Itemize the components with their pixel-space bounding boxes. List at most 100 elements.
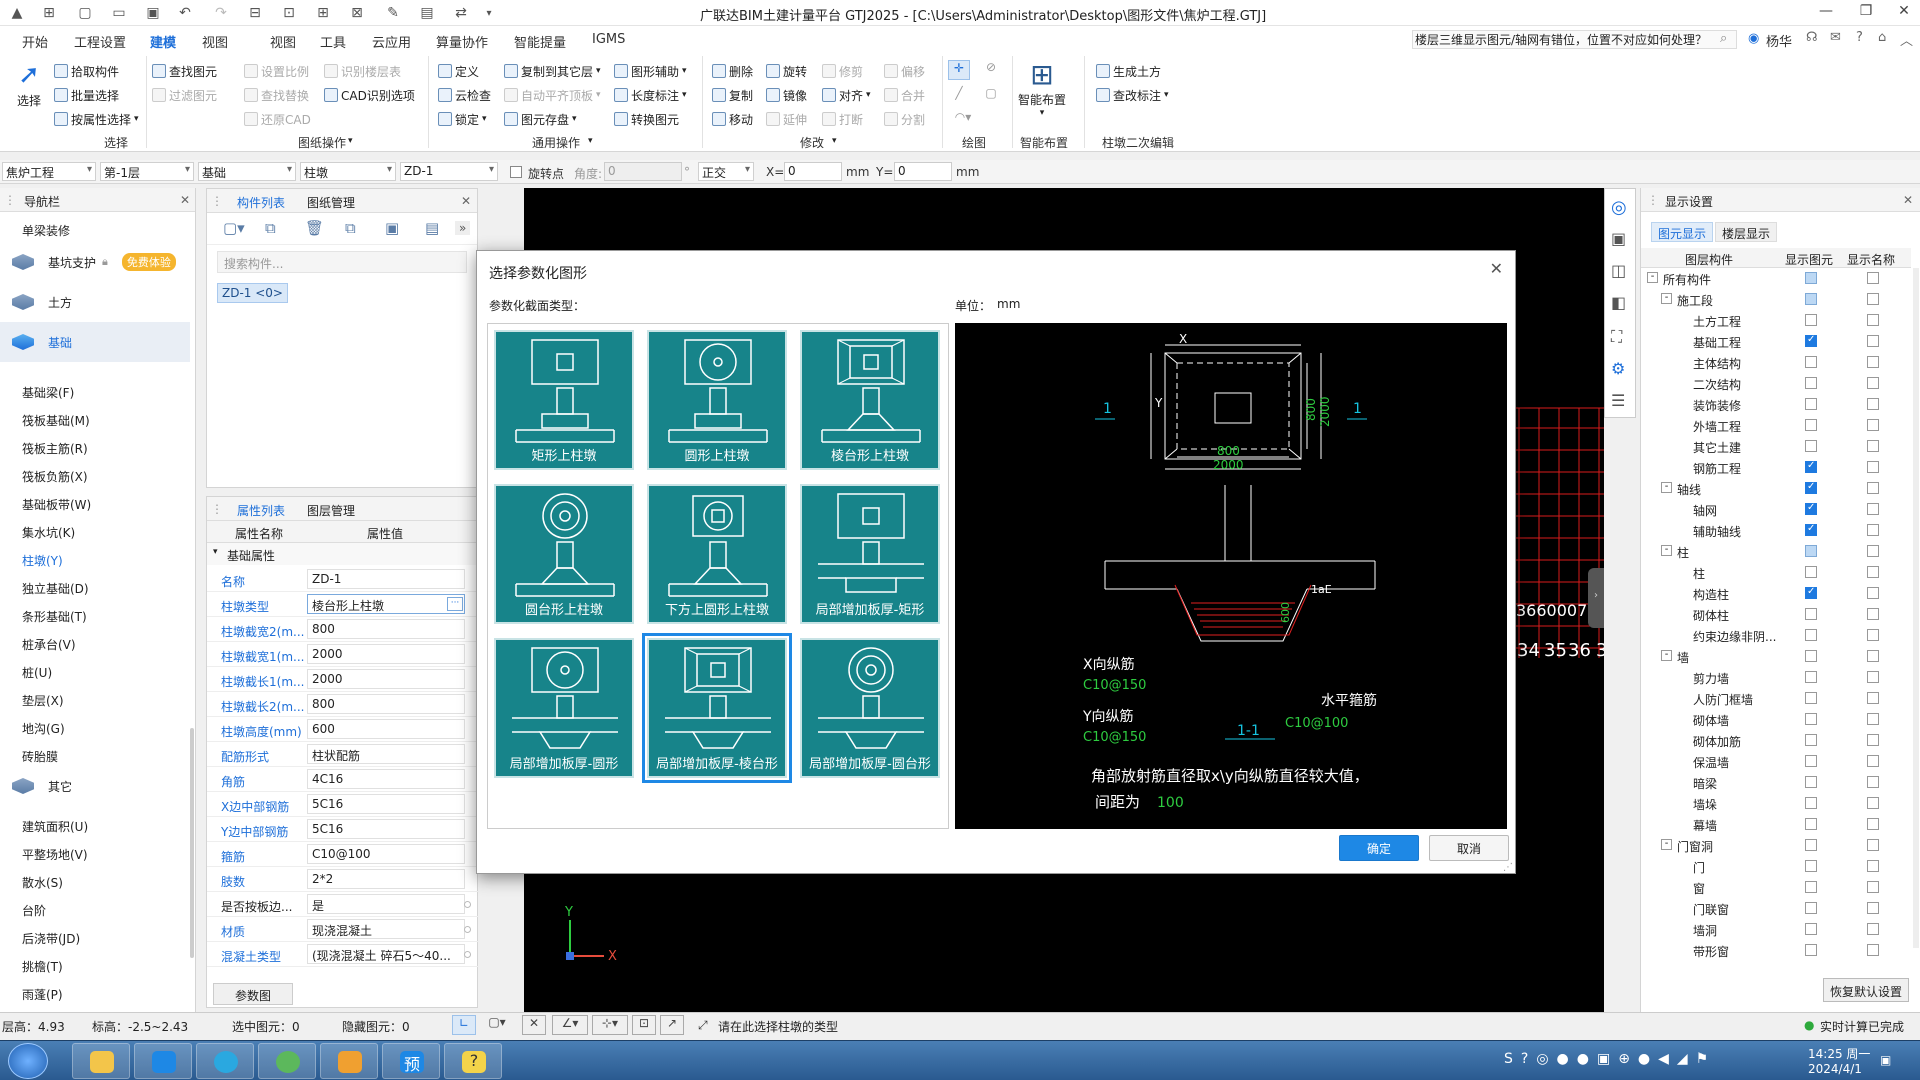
show-element-checkbox[interactable] [1805, 272, 1817, 284]
project-select[interactable]: 焦炉工程 [2, 162, 96, 181]
comp-close-icon[interactable]: ✕ [461, 194, 471, 208]
show-element-checkbox[interactable] [1805, 377, 1817, 389]
layer-box-icon[interactable]: ◧ [1611, 293, 1626, 312]
show-name-checkbox[interactable] [1867, 293, 1879, 305]
new-file-icon[interactable]: ▢ [76, 4, 94, 22]
nav-item[interactable]: 条形基础(T) [22, 608, 87, 625]
delete-component-icon[interactable]: 🗑︎ [305, 219, 324, 237]
show-name-checkbox[interactable] [1867, 272, 1879, 284]
tab-component-list[interactable]: 构件列表 [237, 194, 285, 211]
restore-cad-button[interactable]: 还原CAD [244, 110, 311, 128]
dialog-close-icon[interactable]: ✕ [1490, 259, 1503, 278]
show-element-checkbox[interactable] [1805, 523, 1817, 536]
nav-item[interactable]: 建筑面积(U) [22, 818, 88, 835]
display-tree-row[interactable]: 暗梁 [1641, 772, 1911, 793]
layer-copy-icon[interactable]: ⧉ [345, 219, 356, 237]
length-mark-button[interactable]: 长度标注 ▾ [614, 86, 687, 104]
element-select[interactable]: ZD-1 [400, 162, 498, 181]
component-search-input[interactable]: 搜索构件... [217, 251, 467, 273]
display-tree-row[interactable]: - 所有构件 [1641, 268, 1911, 289]
recognize-floor-table-button[interactable]: 识别楼层表 [324, 62, 401, 80]
tab-property-list[interactable]: 属性列表 [237, 502, 285, 519]
extend-button[interactable]: 延伸 [766, 110, 807, 128]
prop-section-basic[interactable]: ▾ 基础属性 [207, 543, 477, 565]
taskbar-ie[interactable] [258, 1043, 316, 1079]
display-tree-row[interactable]: 外墙工程 [1641, 415, 1911, 436]
menu-engineering[interactable]: 视图 [202, 32, 228, 51]
show-name-checkbox[interactable] [1867, 797, 1879, 809]
offset-button[interactable]: 偏移 [884, 62, 925, 80]
canvas-expand-handle[interactable]: › [1588, 568, 1604, 628]
show-element-checkbox[interactable] [1805, 293, 1817, 305]
help-icon[interactable]: ? [1856, 30, 1863, 45]
taskbar-gtj[interactable] [134, 1043, 192, 1079]
convert-element-button[interactable]: 转换图元 [614, 110, 679, 128]
floor-select[interactable]: 第-1层 [100, 162, 194, 181]
menu-modeling[interactable]: 建模 [150, 32, 177, 56]
resize-grip-icon[interactable]: ⋰ [1503, 862, 1513, 873]
menu-collab[interactable]: 算量协作 [436, 32, 488, 51]
define-button[interactable]: 定义 [438, 62, 479, 80]
system-tray-icons[interactable]: S?◎●●▣⊕●◀◢⚑ [1504, 1051, 1774, 1071]
display-tree-row[interactable]: 土方工程 [1641, 310, 1911, 331]
show-element-checkbox[interactable] [1805, 734, 1817, 746]
delete-button[interactable]: 删除 [712, 62, 753, 80]
group-expand-icon[interactable]: ▾ [588, 136, 593, 146]
show-name-checkbox[interactable] [1867, 860, 1879, 872]
display-tree-row[interactable]: 墙垛 [1641, 793, 1911, 814]
fit-view-icon[interactable]: ⛶ [1611, 327, 1622, 347]
show-element-checkbox[interactable] [1805, 586, 1817, 599]
display-tree-row[interactable]: 柱 [1641, 562, 1911, 583]
shape-tile[interactable]: 矩形上柱墩 [494, 330, 634, 470]
display-tree-row[interactable]: - 施工段 [1641, 289, 1911, 310]
track-icon[interactable]: ⊹▾ [592, 1015, 628, 1035]
ortho-select[interactable]: 正交 [698, 162, 754, 181]
show-element-checkbox[interactable] [1805, 629, 1817, 641]
property-row[interactable]: 柱墩截宽2(m... 800 [207, 617, 479, 642]
display-tree-row[interactable]: 门 [1641, 856, 1911, 877]
3d-view-icon[interactable]: ◎ [1611, 197, 1627, 218]
show-element-checkbox[interactable] [1805, 440, 1817, 452]
show-element-checkbox[interactable] [1805, 692, 1817, 704]
angle-snap-icon[interactable]: ∠▾ [552, 1015, 588, 1035]
property-value[interactable]: 现浇混凝土 [307, 919, 465, 939]
show-element-checkbox[interactable] [1805, 419, 1817, 431]
show-element-checkbox[interactable] [1805, 671, 1817, 683]
nav-item[interactable]: 筏板负筋(X) [22, 468, 88, 485]
show-name-checkbox[interactable] [1867, 503, 1879, 515]
angle-input[interactable]: 0 [604, 162, 682, 181]
property-row[interactable]: 配筋形式 柱状配筋 [207, 742, 479, 767]
headset-icon[interactable]: ☊ [1806, 30, 1818, 45]
display-tree-row[interactable]: 辅助轴线 [1641, 520, 1911, 541]
property-row[interactable]: 混凝土类型 (现浇混凝土 碎石5～40... [207, 942, 479, 967]
ortho-snap-icon[interactable]: ∟ [452, 1015, 476, 1035]
nav-item[interactable]: 独立基础(D) [22, 580, 89, 597]
tool-a-icon[interactable]: ⊟ [246, 4, 264, 22]
property-row[interactable]: 名称 ZD-1 [207, 567, 479, 592]
show-element-checkbox[interactable] [1805, 755, 1817, 767]
property-row[interactable]: 柱墩截宽1(m... 2000 [207, 642, 479, 667]
shape-tile[interactable]: 下方上圆形上柱墩 [647, 484, 787, 624]
property-row[interactable]: 是否按板边... 是 [207, 892, 479, 917]
list-view-icon[interactable]: ☰ [1611, 391, 1625, 410]
collapse-ribbon-icon[interactable]: ︿ [1900, 30, 1913, 49]
nav-category-earthwork[interactable]: 土方 [0, 282, 190, 322]
nav-item[interactable]: 桩承台(V) [22, 636, 76, 653]
nav-item[interactable]: 挑檐(T) [22, 958, 63, 975]
show-element-checkbox[interactable] [1805, 502, 1817, 515]
clock-time[interactable]: 14:25 周一 [1808, 1045, 1870, 1062]
redo-icon[interactable]: ↷ [212, 4, 230, 22]
show-element-checkbox[interactable] [1805, 818, 1817, 830]
gear-view-icon[interactable]: ⚙ [1611, 359, 1625, 378]
copy-to-floor-button[interactable]: 复制到其它层 ▾ [504, 62, 601, 80]
show-name-checkbox[interactable] [1867, 545, 1879, 557]
property-value[interactable]: (现浇混凝土 碎石5～40... [307, 944, 465, 964]
property-row[interactable]: 柱墩类型 棱台形上柱墩 ··· [207, 592, 479, 617]
curve-icon[interactable]: ↗ [660, 1015, 684, 1035]
ellipsis-icon[interactable]: ··· [447, 597, 463, 611]
batch-select-button[interactable]: 批量选择 [54, 86, 119, 104]
show-element-checkbox[interactable] [1805, 314, 1817, 326]
tree-toggle-icon[interactable]: - [1661, 545, 1672, 556]
nav-category-other[interactable]: 其它 [0, 766, 190, 806]
nav-category-foundation[interactable]: 基础 [0, 322, 190, 362]
